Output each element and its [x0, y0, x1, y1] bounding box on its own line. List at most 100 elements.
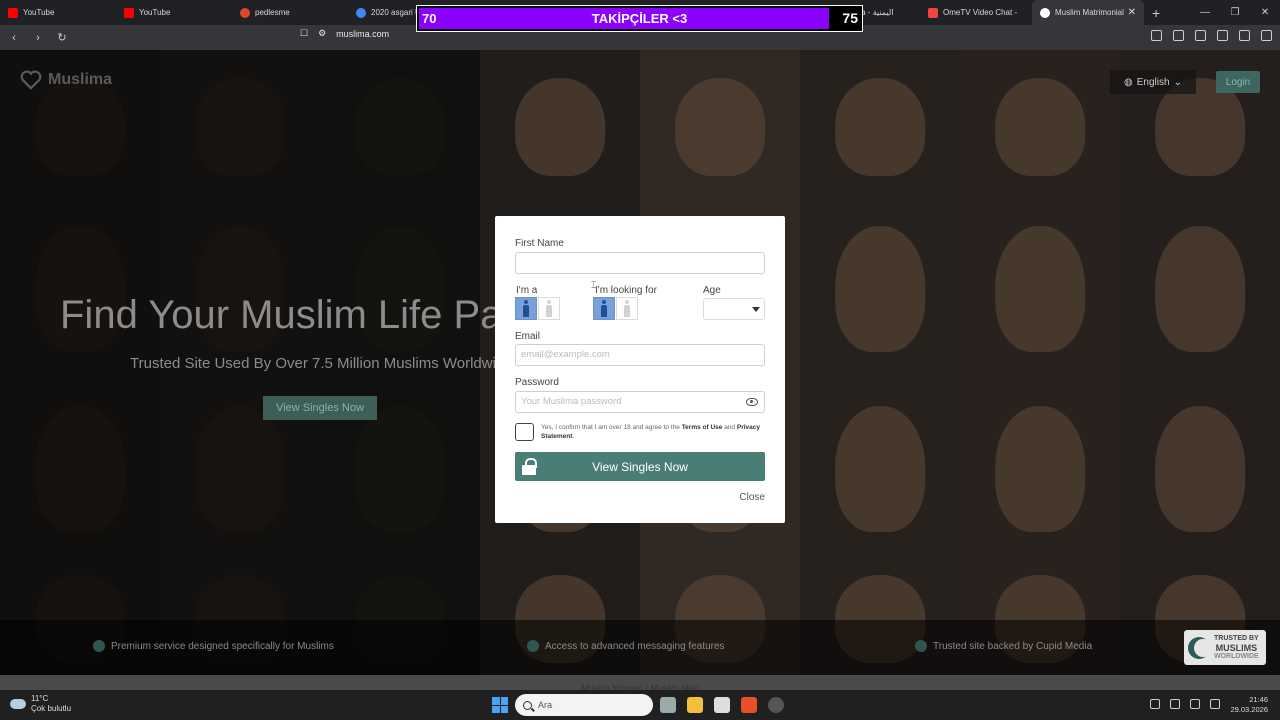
site-favicon-icon [240, 7, 250, 18]
extension-icon[interactable] [1151, 30, 1162, 41]
terms-link[interactable]: Terms of Use [682, 424, 723, 431]
language-label: English [1136, 76, 1170, 88]
taskbar-clock[interactable]: 21:46 29.03.2026 [1230, 695, 1268, 715]
crescent-icon [1188, 636, 1212, 659]
minimize-icon[interactable]: — [1190, 0, 1220, 25]
lock-icon [522, 458, 537, 475]
reload-icon[interactable]: ↻ [52, 31, 72, 44]
signup-modal: First Name I'm a I'm looking for Age Ema… [495, 216, 785, 523]
store-icon[interactable] [714, 697, 730, 713]
maximize-icon[interactable]: ❐ [1220, 0, 1250, 25]
check-icon [527, 640, 539, 652]
browser-tab-active[interactable]: Muslim Matrimonial ✕ [1032, 0, 1144, 25]
looking-for-gender-toggle [593, 297, 638, 320]
hero-view-singles-button[interactable]: View Singles Now [263, 396, 377, 420]
microphone-icon[interactable] [1170, 699, 1180, 709]
muslima-heart-icon [1040, 7, 1050, 18]
login-button[interactable]: Login [1216, 71, 1260, 93]
taskbar-apps [660, 697, 784, 713]
feature-text: Access to advanced messaging features [545, 640, 725, 652]
female-icon [545, 300, 553, 317]
weather-condition: Çok bulutlu [31, 704, 72, 713]
extensions-area [1151, 30, 1272, 41]
browser-tab[interactable]: pedlesme [232, 0, 348, 25]
chevron-down-icon [752, 307, 760, 312]
browser-tab[interactable]: YouTube [116, 0, 232, 25]
feature-item: Trusted site backed by Cupid Media [915, 640, 1092, 652]
looking-for-label: I'm looking for [595, 285, 657, 296]
temperature: 11°C [31, 694, 49, 703]
male-option[interactable] [515, 297, 537, 320]
close-modal-link[interactable]: Close [739, 492, 765, 503]
browser-tab[interactable]: OmeTV Video Chat - [920, 0, 1032, 25]
trusted-badge: TRUSTED BY MUSLIMS WORLDWIDE [1184, 630, 1266, 665]
consent-text-part: Yes, I confirm that I am over 18 and agr… [541, 424, 682, 431]
first-name-field[interactable] [515, 252, 765, 274]
url-text: muslima.com [336, 28, 390, 39]
feature-text: Premium service designed specifically fo… [111, 640, 334, 652]
feature-text: Trusted site backed by Cupid Media [933, 640, 1093, 652]
age-consent-checkbox[interactable] [515, 423, 534, 441]
bookmark-icon[interactable]: ☐ [300, 28, 308, 39]
female-option[interactable] [538, 297, 560, 320]
im-a-gender-toggle [515, 297, 560, 320]
obs-icon[interactable] [768, 697, 784, 713]
browser-tab[interactable]: YouTube [0, 0, 116, 25]
vpn-icon[interactable] [1239, 30, 1250, 41]
consent-text: Yes, I confirm that I am over 18 and agr… [541, 423, 761, 441]
ometv-icon [928, 7, 938, 18]
search-placeholder: Ara [538, 700, 553, 710]
wallet-icon[interactable] [1195, 30, 1206, 41]
footer-links[interactable]: Muslim Women | Muslim Men [0, 675, 1280, 690]
follower-goal-overlay: 70 TAKİPÇİLER <3 75 [416, 5, 863, 32]
menu-icon[interactable] [1261, 30, 1272, 41]
brave-browser-icon[interactable] [741, 697, 757, 713]
clock-time: 21:46 [1249, 695, 1268, 704]
site-info-icon[interactable]: ⚙ [318, 28, 326, 39]
mouse-cursor-icon: ⌶ [591, 280, 597, 290]
male-icon [600, 300, 608, 317]
tab-label: YouTube [23, 8, 55, 17]
password-placeholder: Your Muslima password [521, 396, 622, 407]
windows-taskbar: 11°C Çok bulutlu Ara 21:46 29.03.2026 [0, 690, 1280, 720]
age-label: Age [703, 285, 721, 296]
female-option[interactable] [616, 297, 638, 320]
cloud-icon [10, 699, 26, 709]
sidebar-icon[interactable] [1173, 30, 1184, 41]
windows-start-icon[interactable] [492, 697, 508, 713]
youtube-icon [8, 7, 18, 18]
leo-icon[interactable] [1217, 30, 1228, 41]
age-select[interactable] [703, 298, 765, 320]
weather-widget[interactable]: 11°C Çok bulutlu [10, 694, 71, 714]
eye-icon[interactable] [746, 398, 758, 406]
site-logo[interactable]: Muslima [20, 70, 112, 90]
male-icon [522, 300, 530, 317]
trusted-badge-line: WORLDWIDE [1214, 652, 1259, 660]
follower-goal-target: 75 [842, 10, 858, 26]
task-view-icon[interactable] [660, 697, 676, 713]
clock-date: 29.03.2026 [1230, 705, 1268, 714]
heart-logo-icon [20, 70, 42, 90]
chevron-up-icon[interactable] [1150, 699, 1160, 709]
language-selector[interactable]: ◍ English ⌄ [1110, 70, 1196, 94]
globe-icon: ◍ [1124, 76, 1133, 88]
male-option[interactable] [593, 297, 615, 320]
email-field[interactable]: email@example.com [515, 344, 765, 366]
back-icon[interactable]: ‹ [4, 32, 24, 44]
address-bar[interactable]: ☐ ⚙ muslima.com [300, 28, 389, 39]
display-icon[interactable] [1190, 699, 1200, 709]
close-window-icon[interactable]: ✕ [1250, 0, 1280, 25]
password-field[interactable]: Your Muslima password [515, 391, 765, 413]
file-explorer-icon[interactable] [687, 697, 703, 713]
hero-subtitle: Trusted Site Used By Over 7.5 Million Mu… [130, 355, 496, 372]
consent-text-part: and [722, 424, 737, 431]
hero-title: Find Your Muslim Life Pa [60, 293, 503, 337]
feature-item: Access to advanced messaging features [527, 640, 725, 652]
view-singles-submit-button[interactable]: View Singles Now [515, 452, 765, 481]
close-tab-icon[interactable]: ✕ [1128, 7, 1136, 18]
logo-text: Muslima [48, 71, 113, 88]
taskbar-search[interactable]: Ara [515, 694, 653, 716]
forward-icon[interactable]: › [28, 32, 48, 44]
new-tab-icon[interactable]: + [1152, 5, 1160, 21]
volume-icon[interactable] [1210, 699, 1220, 709]
